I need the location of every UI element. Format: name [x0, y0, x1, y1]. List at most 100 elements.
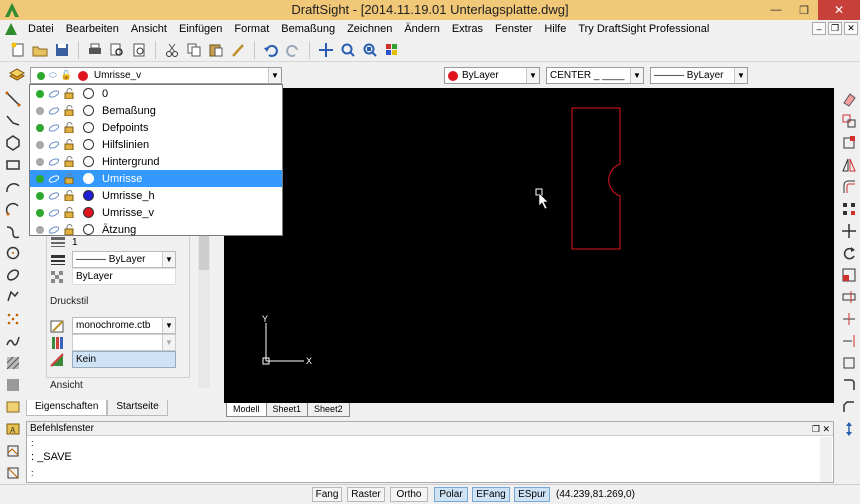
- mirror-tool-icon[interactable]: [838, 154, 860, 176]
- layer-on-icon[interactable]: [36, 174, 44, 183]
- move-tool-icon[interactable]: [838, 220, 860, 242]
- chevron-down-icon[interactable]: ▼: [162, 335, 175, 350]
- print-icon[interactable]: [85, 40, 105, 60]
- layer-lock-icon[interactable]: [64, 173, 75, 184]
- layer-freeze-icon[interactable]: [48, 89, 60, 99]
- layer-lock-icon[interactable]: [64, 190, 75, 201]
- linestyle-field[interactable]: ——— ByLayer ▼: [72, 251, 176, 268]
- ellipse-tool-icon[interactable]: [0, 264, 26, 286]
- polygon-tool-icon[interactable]: [0, 132, 26, 154]
- pattern-tool-icon[interactable]: [838, 198, 860, 220]
- paste-icon[interactable]: [206, 40, 226, 60]
- layer-on-icon[interactable]: [36, 225, 44, 234]
- chevron-down-icon[interactable]: ▼: [630, 68, 643, 83]
- zoom-icon[interactable]: [338, 40, 358, 60]
- lineweight-combo[interactable]: ——— ByLayer ▼: [650, 67, 748, 84]
- layer-on-icon[interactable]: [36, 89, 44, 98]
- layer-freeze-icon[interactable]: [48, 225, 60, 235]
- layer-on-icon[interactable]: [36, 123, 44, 132]
- layer-row[interactable]: Defpoints: [30, 119, 282, 136]
- close-button[interactable]: ✕: [818, 0, 860, 20]
- gradient-tool-icon[interactable]: [0, 374, 26, 396]
- layer-color-icon[interactable]: [82, 122, 94, 133]
- command-scrollbar[interactable]: [820, 437, 832, 482]
- page-setup-icon[interactable]: [129, 40, 149, 60]
- espur-button[interactable]: ESpur: [514, 487, 550, 502]
- layer-freeze-icon[interactable]: [48, 106, 60, 116]
- note-tool-icon[interactable]: [0, 396, 26, 418]
- rectangle-tool-icon[interactable]: [0, 154, 26, 176]
- menu-try-professional[interactable]: Try DraftSight Professional: [572, 20, 715, 38]
- restore-button[interactable]: ❐: [790, 0, 818, 20]
- stretch-tool-icon[interactable]: [838, 132, 860, 154]
- menu-einfuegen[interactable]: Einfügen: [173, 20, 228, 38]
- polyline-tool-icon[interactable]: [0, 110, 26, 132]
- erase-tool-icon[interactable]: [838, 88, 860, 110]
- polar-button[interactable]: Polar: [434, 487, 468, 502]
- insert-block-tool-icon[interactable]: [0, 462, 26, 484]
- command-window-controls[interactable]: ❐ ✕: [812, 422, 830, 436]
- plot-style-field[interactable]: ▼: [72, 334, 176, 351]
- layer-freeze-icon[interactable]: [48, 191, 60, 201]
- circle-tool-icon[interactable]: [0, 242, 26, 264]
- chevron-down-icon[interactable]: ▼: [162, 318, 175, 333]
- match-properties-icon[interactable]: [228, 40, 248, 60]
- save-icon[interactable]: [52, 40, 72, 60]
- layer-freeze-icon[interactable]: [48, 140, 60, 150]
- layer-on-icon[interactable]: [36, 208, 44, 217]
- plot-table-field[interactable]: monochrome.ctb ▼: [72, 317, 176, 334]
- doc-close-button[interactable]: ✕: [844, 22, 858, 35]
- new-file-icon[interactable]: [8, 40, 28, 60]
- layer-row[interactable]: 0: [30, 85, 282, 102]
- tab-sheet1[interactable]: Sheet1: [265, 403, 309, 417]
- layer-row[interactable]: Bemaßung: [30, 102, 282, 119]
- layer-lock-icon[interactable]: [64, 105, 75, 116]
- layer-on-icon[interactable]: [36, 157, 44, 166]
- layer-on-icon[interactable]: [36, 140, 44, 149]
- chevron-down-icon[interactable]: ▼: [162, 252, 175, 267]
- join-tool-icon[interactable]: [838, 374, 860, 396]
- menu-extras[interactable]: Extras: [446, 20, 489, 38]
- layer-row[interactable]: Ätzung: [30, 221, 282, 238]
- layer-combo[interactable]: ⬭ 🔓 Umrisse_v ▼: [30, 67, 282, 84]
- block-tool-icon[interactable]: [0, 440, 26, 462]
- layer-color-icon[interactable]: [82, 224, 94, 235]
- menu-bemassung[interactable]: Bemaßung: [275, 20, 341, 38]
- doc-minimize-button[interactable]: –: [812, 22, 826, 35]
- redo-icon[interactable]: [283, 40, 303, 60]
- tab-eigenschaften[interactable]: Eigenschaften: [26, 400, 108, 416]
- point-tool-icon[interactable]: [0, 308, 26, 330]
- layer-lock-icon[interactable]: [64, 207, 75, 218]
- layer-freeze-icon[interactable]: [48, 174, 60, 184]
- tab-modell[interactable]: Modell: [226, 403, 267, 417]
- undo-icon[interactable]: [261, 40, 281, 60]
- rotate-tool-icon[interactable]: [838, 242, 860, 264]
- spline-tool-icon[interactable]: [0, 220, 26, 242]
- layer-row[interactable]: Umrisse_h: [30, 187, 282, 204]
- layer-on-icon[interactable]: [36, 191, 44, 200]
- transparency-field[interactable]: ByLayer: [72, 268, 176, 285]
- arc-3point-tool-icon[interactable]: [0, 198, 26, 220]
- layer-color-icon[interactable]: [82, 173, 94, 184]
- layer-freeze-icon[interactable]: [48, 157, 60, 167]
- menu-hilfe[interactable]: Hilfe: [538, 20, 572, 38]
- hatch-tool-icon[interactable]: [0, 352, 26, 374]
- open-file-icon[interactable]: [30, 40, 50, 60]
- chevron-down-icon[interactable]: ▼: [734, 68, 747, 83]
- offset-tool-icon[interactable]: [838, 176, 860, 198]
- layer-freeze-icon[interactable]: [48, 123, 60, 133]
- break-tool-icon[interactable]: [838, 352, 860, 374]
- efang-button[interactable]: EFang: [472, 487, 510, 502]
- copy-tool-icon[interactable]: [838, 110, 860, 132]
- color-combo[interactable]: ByLayer ▼: [444, 67, 540, 84]
- line-tool-icon[interactable]: [0, 88, 26, 110]
- menu-zeichnen[interactable]: Zeichnen: [341, 20, 398, 38]
- layer-on-icon[interactable]: [36, 106, 44, 115]
- tab-sheet2[interactable]: Sheet2: [307, 403, 350, 417]
- chevron-down-icon[interactable]: ▼: [268, 68, 281, 83]
- scrollbar-thumb[interactable]: [199, 234, 209, 270]
- tab-startseite[interactable]: Startseite: [107, 400, 168, 416]
- layer-row[interactable]: Umrisse: [30, 170, 282, 187]
- freehand-tool-icon[interactable]: [0, 330, 26, 352]
- properties-scrollbar[interactable]: [198, 228, 210, 388]
